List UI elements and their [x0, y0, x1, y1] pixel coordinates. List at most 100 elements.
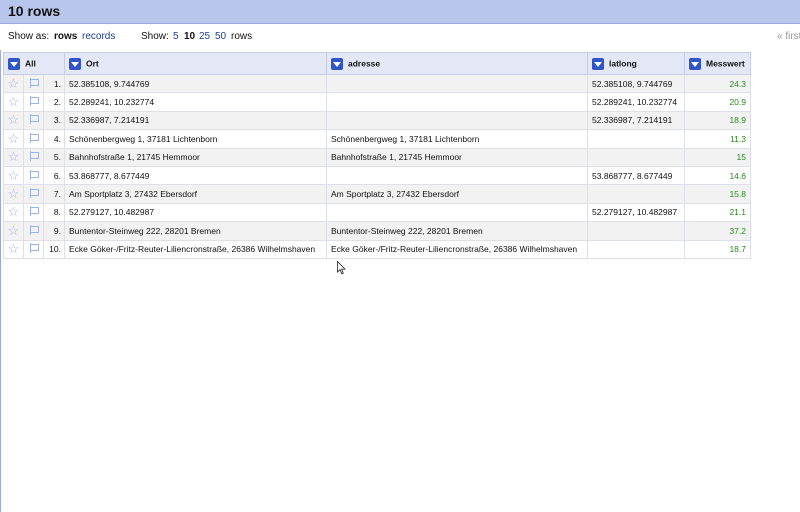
cell-adresse[interactable]: [326, 165, 588, 186]
view-rows-option[interactable]: rows: [54, 31, 77, 42]
cell-ort[interactable]: Schönenbergweg 1, 37181 Lichtenborn: [64, 129, 327, 149]
star-icon[interactable]: ☆: [8, 94, 20, 109]
flag-icon[interactable]: [29, 114, 39, 125]
page-size-10-option[interactable]: 10: [184, 31, 195, 42]
cell-messwert[interactable]: 11.3: [684, 129, 751, 149]
cell-adresse[interactable]: Schönenbergweg 1, 37181 Lichtenborn: [326, 129, 588, 149]
flag-icon[interactable]: [29, 132, 39, 143]
flag-cell[interactable]: [23, 147, 44, 167]
flag-icon[interactable]: [29, 243, 39, 254]
flag-cell[interactable]: [23, 92, 44, 112]
cell-latlong[interactable]: 52.289241, 10.232774: [587, 92, 685, 112]
cell-messwert[interactable]: 20.9: [684, 92, 751, 112]
star-icon[interactable]: ☆: [8, 168, 20, 183]
cell-latlong[interactable]: [587, 221, 685, 241]
cell-adresse[interactable]: [326, 92, 588, 112]
page-size-5-link[interactable]: 5: [173, 31, 179, 42]
flag-icon[interactable]: [29, 151, 39, 162]
cell-ort[interactable]: 52.279127, 10.482987: [64, 202, 327, 223]
cell-ort[interactable]: Ecke Göker-/Fritz-Reuter-Liliencronstraß…: [64, 239, 327, 259]
star-icon[interactable]: ☆: [8, 186, 20, 201]
flag-icon[interactable]: [29, 77, 39, 88]
star-cell[interactable]: ☆: [3, 92, 24, 112]
star-icon[interactable]: ☆: [8, 112, 20, 127]
column-header-all[interactable]: All: [3, 52, 65, 75]
cell-adresse[interactable]: Am Sportplatz 3, 27432 Ebersdorf: [326, 184, 588, 204]
cell-ort[interactable]: Bahnhofstraße 1, 21745 Hemmoor: [64, 147, 327, 167]
star-cell[interactable]: ☆: [3, 73, 24, 94]
flag-cell[interactable]: [23, 129, 44, 149]
cell-ort[interactable]: Am Sportplatz 3, 27432 Ebersdorf: [64, 184, 327, 204]
star-cell[interactable]: ☆: [3, 239, 24, 259]
star-cell[interactable]: ☆: [3, 147, 24, 167]
cell-adresse[interactable]: [326, 73, 588, 94]
cell-adresse[interactable]: Bahnhofstraße 1, 21745 Hemmoor: [326, 147, 588, 167]
cell-adresse[interactable]: Ecke Göker-/Fritz-Reuter-Liliencronstraß…: [326, 239, 588, 259]
flag-cell[interactable]: [23, 73, 44, 94]
star-icon[interactable]: ☆: [8, 241, 20, 256]
column-header-ort[interactable]: Ort: [64, 52, 327, 75]
cell-ort[interactable]: 52.289241, 10.232774: [64, 92, 327, 112]
cell-ort[interactable]: 52.385108, 9.744769: [64, 73, 327, 94]
flag-icon[interactable]: [29, 188, 39, 199]
cell-latlong[interactable]: [587, 147, 685, 167]
table-row: ☆ 1. 52.385108, 9.744769 52.385108, 9.74…: [3, 73, 751, 94]
star-icon[interactable]: ☆: [8, 76, 20, 91]
column-header-all-label: All: [25, 57, 36, 68]
page-size-25-link[interactable]: 25: [199, 31, 210, 42]
flag-cell[interactable]: [23, 221, 44, 241]
cell-ort[interactable]: 52.336987, 7.214191: [64, 110, 327, 131]
table-row: ☆ 4. Schönenbergweg 1, 37181 Lichtenborn…: [3, 129, 751, 149]
column-header-latlong[interactable]: latlong: [587, 52, 685, 75]
cell-adresse[interactable]: [326, 202, 588, 223]
dropdown-menu-icon[interactable]: [69, 57, 81, 70]
star-cell[interactable]: ☆: [3, 165, 24, 186]
page-size-50-link[interactable]: 50: [215, 31, 226, 42]
flag-cell[interactable]: [23, 184, 44, 204]
pager-first-link[interactable]: « first: [777, 31, 800, 42]
cell-messwert[interactable]: 18.9: [684, 110, 751, 131]
star-icon[interactable]: ☆: [8, 223, 20, 238]
flag-cell[interactable]: [23, 110, 44, 131]
dropdown-menu-icon[interactable]: [689, 57, 701, 70]
flag-icon[interactable]: [29, 96, 39, 107]
cell-latlong[interactable]: [587, 184, 685, 204]
star-cell[interactable]: ☆: [3, 129, 24, 149]
flag-cell[interactable]: [23, 202, 44, 223]
star-cell[interactable]: ☆: [3, 184, 24, 204]
cell-latlong[interactable]: 53.868777, 8.677449: [587, 165, 685, 186]
cell-latlong[interactable]: 52.336987, 7.214191: [587, 110, 685, 131]
column-header-messwert[interactable]: Messwert: [684, 52, 751, 75]
cell-messwert[interactable]: 24.3: [684, 73, 751, 94]
flag-cell[interactable]: [23, 165, 44, 186]
star-icon[interactable]: ☆: [8, 204, 20, 219]
cell-ort[interactable]: 53.868777, 8.677449: [64, 165, 327, 186]
cell-messwert[interactable]: 15.8: [684, 184, 751, 204]
cell-latlong[interactable]: [587, 239, 685, 259]
star-icon[interactable]: ☆: [8, 149, 20, 164]
view-records-link[interactable]: records: [82, 31, 115, 42]
cell-messwert[interactable]: 37.2: [684, 221, 751, 241]
flag-icon[interactable]: [29, 224, 39, 235]
cell-adresse[interactable]: Buntentor-Steinweg 222, 28201 Bremen: [326, 221, 588, 241]
cell-messwert[interactable]: 21.1: [684, 202, 751, 223]
dropdown-menu-icon[interactable]: [8, 57, 20, 70]
cell-latlong[interactable]: 52.279127, 10.482987: [587, 202, 685, 223]
cell-adresse[interactable]: [326, 110, 588, 131]
cell-latlong[interactable]: 52.385108, 9.744769: [587, 73, 685, 94]
star-icon[interactable]: ☆: [8, 131, 20, 146]
dropdown-menu-icon[interactable]: [592, 57, 604, 70]
flag-icon[interactable]: [29, 206, 39, 217]
cell-messwert[interactable]: 15: [684, 147, 751, 167]
column-header-adresse[interactable]: adresse: [326, 52, 588, 75]
cell-messwert[interactable]: 18.7: [684, 239, 751, 259]
star-cell[interactable]: ☆: [3, 110, 24, 131]
star-cell[interactable]: ☆: [3, 202, 24, 223]
flag-icon[interactable]: [29, 169, 39, 180]
flag-cell[interactable]: [23, 239, 44, 259]
star-cell[interactable]: ☆: [3, 221, 24, 241]
cell-ort[interactable]: Buntentor-Steinweg 222, 28201 Bremen: [64, 221, 327, 241]
dropdown-menu-icon[interactable]: [331, 57, 343, 70]
cell-messwert[interactable]: 14.6: [684, 165, 751, 186]
cell-latlong[interactable]: [587, 129, 685, 149]
